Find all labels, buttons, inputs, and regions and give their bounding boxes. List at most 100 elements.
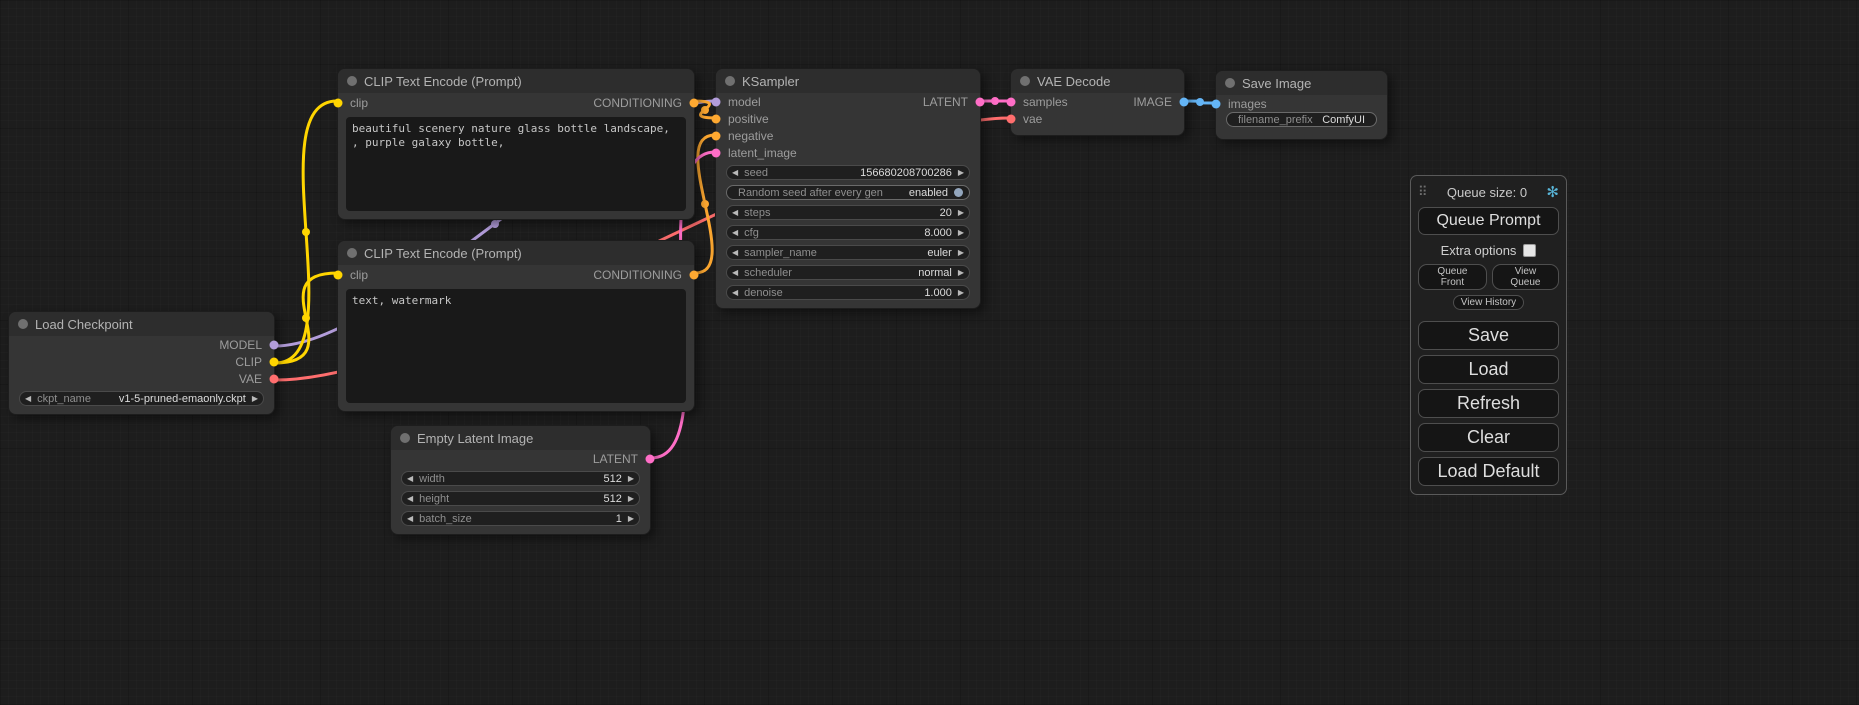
node-clip-text-encode-negative[interactable]: CLIP Text Encode (Prompt) clip CONDITION… bbox=[337, 240, 695, 412]
load-button[interactable]: Load bbox=[1418, 355, 1559, 384]
collapse-dot-icon[interactable] bbox=[725, 76, 735, 86]
steps-widget[interactable]: ◀ steps 20 ▶ bbox=[726, 205, 970, 220]
node-save-image[interactable]: Save Image images filename_prefix ComfyU… bbox=[1215, 70, 1388, 140]
vae-output-dot[interactable] bbox=[270, 374, 279, 383]
decrement-arrow-icon[interactable]: ◀ bbox=[732, 209, 738, 217]
node-title-bar[interactable]: CLIP Text Encode (Prompt) bbox=[338, 241, 694, 265]
refresh-button[interactable]: Refresh bbox=[1418, 389, 1559, 418]
save-button[interactable]: Save bbox=[1418, 321, 1559, 350]
decrement-arrow-icon[interactable]: ◀ bbox=[732, 269, 738, 277]
clip-input-dot[interactable] bbox=[334, 99, 343, 108]
input-slot-negative[interactable]: negative bbox=[716, 127, 980, 144]
extra-options-checkbox[interactable] bbox=[1523, 244, 1536, 257]
decrement-arrow-icon[interactable]: ◀ bbox=[732, 169, 738, 177]
decrement-arrow-icon[interactable]: ◀ bbox=[732, 229, 738, 237]
increment-arrow-icon[interactable]: ▶ bbox=[628, 495, 634, 503]
clip-output-dot[interactable] bbox=[270, 357, 279, 366]
collapse-dot-icon[interactable] bbox=[347, 76, 357, 86]
output-slot-model[interactable]: MODEL bbox=[9, 336, 274, 353]
negative-prompt-textarea[interactable]: text, watermark bbox=[346, 289, 686, 403]
toggle-on-dot[interactable] bbox=[954, 188, 963, 197]
decrement-arrow-icon[interactable]: ◀ bbox=[25, 395, 31, 403]
node-title-bar[interactable]: KSampler bbox=[716, 69, 980, 93]
samples-input-dot[interactable] bbox=[1007, 97, 1016, 106]
load-default-button[interactable]: Load Default bbox=[1418, 457, 1559, 486]
decrement-arrow-icon[interactable]: ◀ bbox=[732, 289, 738, 297]
seed-widget[interactable]: ◀ seed 156680208700286 ▶ bbox=[726, 165, 970, 180]
collapse-dot-icon[interactable] bbox=[400, 433, 410, 443]
increment-arrow-icon[interactable]: ▶ bbox=[958, 249, 964, 257]
height-widget[interactable]: ◀ height 512 ▶ bbox=[401, 491, 640, 506]
slot-label: CLIP bbox=[235, 355, 262, 369]
node-empty-latent-image[interactable]: Empty Latent Image LATENT ◀ width 512 ▶ … bbox=[390, 425, 651, 535]
view-history-button[interactable]: View History bbox=[1453, 295, 1524, 310]
queue-front-button[interactable]: Queue Front bbox=[1418, 264, 1487, 290]
latent-image-input-dot[interactable] bbox=[712, 148, 721, 157]
node-title-bar[interactable]: Load Checkpoint bbox=[9, 312, 274, 336]
collapse-dot-icon[interactable] bbox=[347, 248, 357, 258]
drag-handle-icon[interactable]: ⠿ bbox=[1418, 184, 1428, 200]
collapse-dot-icon[interactable] bbox=[1225, 78, 1235, 88]
decrement-arrow-icon[interactable]: ◀ bbox=[407, 515, 413, 523]
increment-arrow-icon[interactable]: ▶ bbox=[958, 209, 964, 217]
queue-prompt-button[interactable]: Queue Prompt bbox=[1418, 207, 1559, 235]
increment-arrow-icon[interactable]: ▶ bbox=[958, 169, 964, 177]
node-clip-text-encode-positive[interactable]: CLIP Text Encode (Prompt) clip CONDITION… bbox=[337, 68, 695, 220]
clip-input-dot[interactable] bbox=[334, 271, 343, 280]
input-slot-positive[interactable]: positive bbox=[716, 110, 980, 127]
input-slot-vae[interactable]: vae bbox=[1011, 110, 1184, 127]
increment-arrow-icon[interactable]: ▶ bbox=[958, 289, 964, 297]
clear-button[interactable]: Clear bbox=[1418, 423, 1559, 452]
denoise-widget[interactable]: ◀ denoise 1.000 ▶ bbox=[726, 285, 970, 300]
input-slot-latent-image[interactable]: latent_image bbox=[716, 144, 980, 161]
conditioning-output-dot[interactable] bbox=[690, 271, 699, 280]
width-widget[interactable]: ◀ width 512 ▶ bbox=[401, 471, 640, 486]
settings-gear-icon[interactable]: ✻ bbox=[1546, 185, 1559, 200]
node-ksampler[interactable]: KSampler model LATENT positive negative … bbox=[715, 68, 981, 309]
node-vae-decode[interactable]: VAE Decode samples IMAGE vae bbox=[1010, 68, 1185, 136]
decrement-arrow-icon[interactable]: ◀ bbox=[732, 249, 738, 257]
vae-input-dot[interactable] bbox=[1007, 114, 1016, 123]
positive-input-dot[interactable] bbox=[712, 114, 721, 123]
increment-arrow-icon[interactable]: ▶ bbox=[252, 395, 258, 403]
output-slot-clip[interactable]: CLIP bbox=[9, 353, 274, 370]
node-load-checkpoint[interactable]: Load Checkpoint MODEL CLIP VAE ◀ ckpt_na… bbox=[8, 311, 275, 415]
node-title-bar[interactable]: Save Image bbox=[1216, 71, 1387, 95]
sampler-name-widget[interactable]: ◀ sampler_name euler ▶ bbox=[726, 245, 970, 260]
ckpt-name-widget[interactable]: ◀ ckpt_name v1-5-pruned-emaonly.ckpt ▶ bbox=[19, 391, 264, 406]
cfg-widget[interactable]: ◀ cfg 8.000 ▶ bbox=[726, 225, 970, 240]
slot-label: negative bbox=[728, 129, 773, 143]
random-seed-toggle-widget[interactable]: Random seed after every gen enabled bbox=[726, 185, 970, 200]
collapse-dot-icon[interactable] bbox=[1020, 76, 1030, 86]
increment-arrow-icon[interactable]: ▶ bbox=[628, 515, 634, 523]
output-slot-latent[interactable]: LATENT bbox=[391, 450, 650, 467]
images-input-dot[interactable] bbox=[1212, 99, 1221, 108]
negative-input-dot[interactable] bbox=[712, 131, 721, 140]
positive-prompt-textarea[interactable]: beautiful scenery nature glass bottle la… bbox=[346, 117, 686, 211]
conditioning-output-dot[interactable] bbox=[690, 99, 699, 108]
widget-value: 1 bbox=[616, 513, 622, 525]
decrement-arrow-icon[interactable]: ◀ bbox=[407, 475, 413, 483]
node-title-bar[interactable]: Empty Latent Image bbox=[391, 426, 650, 450]
model-input-dot[interactable] bbox=[712, 97, 721, 106]
increment-arrow-icon[interactable]: ▶ bbox=[958, 269, 964, 277]
node-title-bar[interactable]: VAE Decode bbox=[1011, 69, 1184, 93]
widget-label: width bbox=[419, 473, 445, 485]
image-output-dot[interactable] bbox=[1180, 97, 1189, 106]
extra-options-label: Extra options bbox=[1441, 243, 1517, 258]
scheduler-widget[interactable]: ◀ scheduler normal ▶ bbox=[726, 265, 970, 280]
increment-arrow-icon[interactable]: ▶ bbox=[958, 229, 964, 237]
input-slot-images[interactable]: images bbox=[1216, 95, 1387, 112]
collapse-dot-icon[interactable] bbox=[18, 319, 28, 329]
batch-size-widget[interactable]: ◀ batch_size 1 ▶ bbox=[401, 511, 640, 526]
model-output-dot[interactable] bbox=[270, 340, 279, 349]
view-queue-button[interactable]: View Queue bbox=[1492, 264, 1559, 290]
filename-prefix-widget[interactable]: filename_prefix ComfyUI bbox=[1226, 112, 1377, 127]
decrement-arrow-icon[interactable]: ◀ bbox=[407, 495, 413, 503]
latent-output-dot[interactable] bbox=[976, 97, 985, 106]
output-slot-vae[interactable]: VAE bbox=[9, 370, 274, 387]
latent-output-dot[interactable] bbox=[646, 454, 655, 463]
node-title-bar[interactable]: CLIP Text Encode (Prompt) bbox=[338, 69, 694, 93]
increment-arrow-icon[interactable]: ▶ bbox=[628, 475, 634, 483]
link-middot-latent-samples bbox=[991, 97, 999, 105]
